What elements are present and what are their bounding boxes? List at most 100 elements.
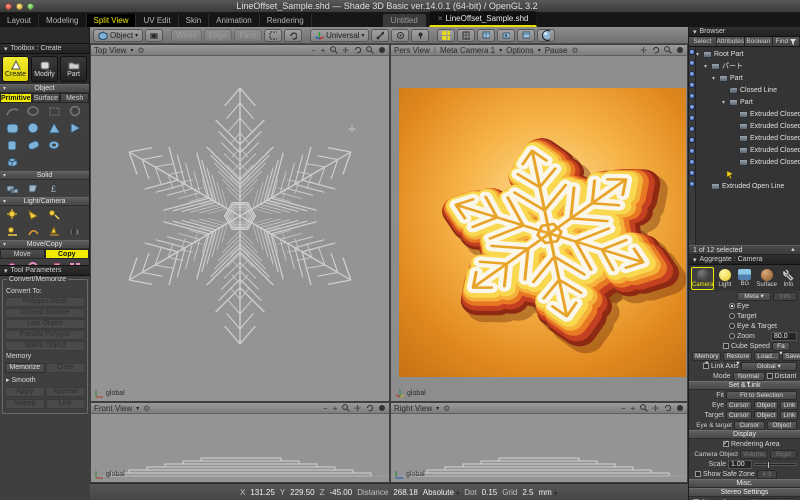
closed-line-tool[interactable]	[23, 104, 44, 119]
tab-mesh[interactable]: Mesh	[60, 93, 89, 103]
distant-light-tool[interactable]	[44, 207, 65, 222]
mini-grid-button[interactable]	[477, 29, 495, 42]
tab-copy[interactable]: Copy	[45, 249, 90, 259]
object-section-header[interactable]: ▾Object	[0, 84, 89, 93]
convert-line-object-button[interactable]: Line Object	[5, 319, 85, 329]
target-radio[interactable]	[729, 313, 735, 319]
subtract-tool[interactable]	[23, 181, 44, 196]
scale-slider[interactable]	[754, 463, 797, 466]
wedge-tool[interactable]	[65, 121, 86, 136]
smooth-append-button[interactable]: Append	[46, 387, 86, 397]
visibility-dot[interactable]	[689, 60, 695, 66]
universal-manipulator-button[interactable]: Universal▾	[310, 29, 369, 42]
magnifier-icon[interactable]	[640, 404, 648, 412]
cone-tool[interactable]	[44, 121, 65, 136]
tree-row-part-jp[interactable]: ▾パート	[696, 60, 800, 72]
misc-section-header[interactable]: Misc.	[689, 479, 800, 488]
tab-animation[interactable]: Animation	[209, 14, 260, 27]
link-axis-dropdown[interactable]: Global ▾	[741, 362, 797, 371]
pan-button[interactable]: ✛	[342, 46, 350, 55]
eyetarget-object-button[interactable]: Object	[767, 421, 798, 430]
gear-icon[interactable]: ⚙	[137, 46, 144, 55]
line-light-tool[interactable]	[23, 224, 44, 239]
visibility-dot[interactable]	[689, 115, 695, 121]
fit-to-selection-button[interactable]: Fit to Selection	[726, 391, 797, 400]
target-cursor-button[interactable]: Cursor	[726, 411, 752, 420]
zoom-in-button[interactable]: +	[631, 404, 637, 413]
rigid-option[interactable]: Rigid	[770, 450, 797, 459]
gear-icon[interactable]: ⚙	[143, 404, 150, 413]
zoom-value-field[interactable]: 80.0	[771, 332, 797, 341]
right-viewport[interactable]: Right View ▾ ⚙ − + ✛ global	[390, 402, 688, 483]
rotate-view-icon[interactable]	[354, 46, 362, 54]
traffic-lights[interactable]	[5, 3, 34, 10]
tree-row-root-part[interactable]: ▾Root Part	[696, 48, 800, 60]
ambient-light-tool[interactable]	[44, 224, 65, 239]
face-mode-button[interactable]: Face	[234, 29, 262, 42]
meta-dropdown[interactable]: Meta ▾	[737, 292, 771, 301]
tree-row-part[interactable]: ▾Part	[696, 72, 800, 84]
eye-icon[interactable]	[676, 46, 684, 54]
grid-settings-button[interactable]	[457, 29, 475, 42]
volume-option[interactable]: Volume	[740, 450, 768, 459]
move-copy-section-header[interactable]: ▾Move/Copy	[0, 240, 89, 249]
viewport-label[interactable]: Pers View	[394, 46, 430, 55]
browser-tab-find[interactable]: Find	[773, 37, 800, 46]
visibility-dot[interactable]	[689, 170, 695, 176]
viewport-label[interactable]: Front View	[94, 404, 132, 413]
link-axis-checkbox[interactable]	[703, 363, 709, 369]
box-tool[interactable]	[2, 155, 23, 170]
light-camera-section-header[interactable]: ▾Light/Camera	[0, 197, 89, 206]
aggregate-tab-bg[interactable]: BG	[735, 267, 754, 290]
render-preview-button[interactable]	[537, 29, 555, 42]
rotate-view-icon[interactable]	[652, 46, 660, 54]
distant-checkbox[interactable]	[767, 373, 773, 379]
smooth-link-button[interactable]: Link	[46, 399, 86, 409]
convert-spline-object-button[interactable]: Spline Object	[5, 341, 85, 351]
area-light-tool[interactable]	[2, 224, 23, 239]
magnifier-icon[interactable]	[664, 46, 672, 54]
tool-parameters-header[interactable]: ▾ Tool Parameters	[0, 266, 90, 276]
mode-dropdown[interactable]: Normal ▾	[733, 372, 765, 381]
union-tool[interactable]	[2, 181, 23, 196]
tree-row-extruded-closed[interactable]: Extruded Closed	[696, 156, 800, 168]
visibility-dot[interactable]	[689, 93, 695, 99]
rotate-view-icon[interactable]	[664, 404, 672, 412]
magnifier-icon[interactable]	[342, 404, 350, 412]
display-section-header[interactable]: Display	[689, 430, 800, 439]
tab-layout[interactable]: Layout	[0, 14, 39, 27]
rectangle-tool[interactable]	[44, 104, 65, 119]
options-menu[interactable]: Options	[506, 46, 534, 55]
smooth-sweep-button[interactable]: Sweep	[5, 399, 45, 409]
aggregate-header[interactable]: ▾ Aggregate : Camera	[689, 255, 800, 265]
eye-link-button[interactable]: Link	[780, 401, 798, 410]
lasso-select-button[interactable]	[284, 29, 302, 42]
visibility-dot[interactable]	[689, 181, 695, 187]
magnifier-icon[interactable]	[366, 46, 374, 54]
front-viewport[interactable]: Front View ▾ ⚙ − + ✛ global	[90, 402, 390, 483]
browser-tab-boolean[interactable]: Boolean	[745, 37, 773, 46]
mini-panel-button[interactable]	[517, 29, 535, 42]
cube-speed-dropdown[interactable]: Fa ▾	[772, 342, 790, 351]
open-line-tool[interactable]	[2, 104, 23, 119]
visibility-dot[interactable]	[689, 126, 695, 132]
sphere-tool[interactable]	[23, 121, 44, 136]
tree-row-extruded-closed[interactable]: Extruded Closed	[696, 108, 800, 120]
magnifier-icon[interactable]	[330, 46, 338, 54]
spot-light-tool[interactable]	[23, 207, 44, 222]
pause-button[interactable]: Pause	[545, 46, 568, 55]
show-safe-zone-checkbox[interactable]	[695, 471, 701, 477]
eyetarget-cursor-button[interactable]: Cursor	[734, 421, 765, 430]
pan-button[interactable]: ✛	[652, 404, 660, 413]
solid-section-header[interactable]: ▾Solid	[0, 171, 89, 180]
eye-cursor-button[interactable]: Cursor	[726, 401, 752, 410]
edge-mode-button[interactable]: Edge	[204, 29, 233, 42]
convert-polygon-mesh-button[interactable]: Polygon Mesh	[5, 297, 85, 307]
zoom-window-button[interactable]	[27, 3, 34, 10]
close-window-button[interactable]	[5, 3, 12, 10]
minimize-window-button[interactable]	[16, 3, 23, 10]
intersect-tool[interactable]: £	[44, 181, 65, 196]
unit-select[interactable]: mm ▾	[538, 488, 557, 497]
target-link-button[interactable]: Link	[780, 411, 798, 420]
doc-tab-untitled[interactable]: Untitled	[382, 13, 427, 27]
